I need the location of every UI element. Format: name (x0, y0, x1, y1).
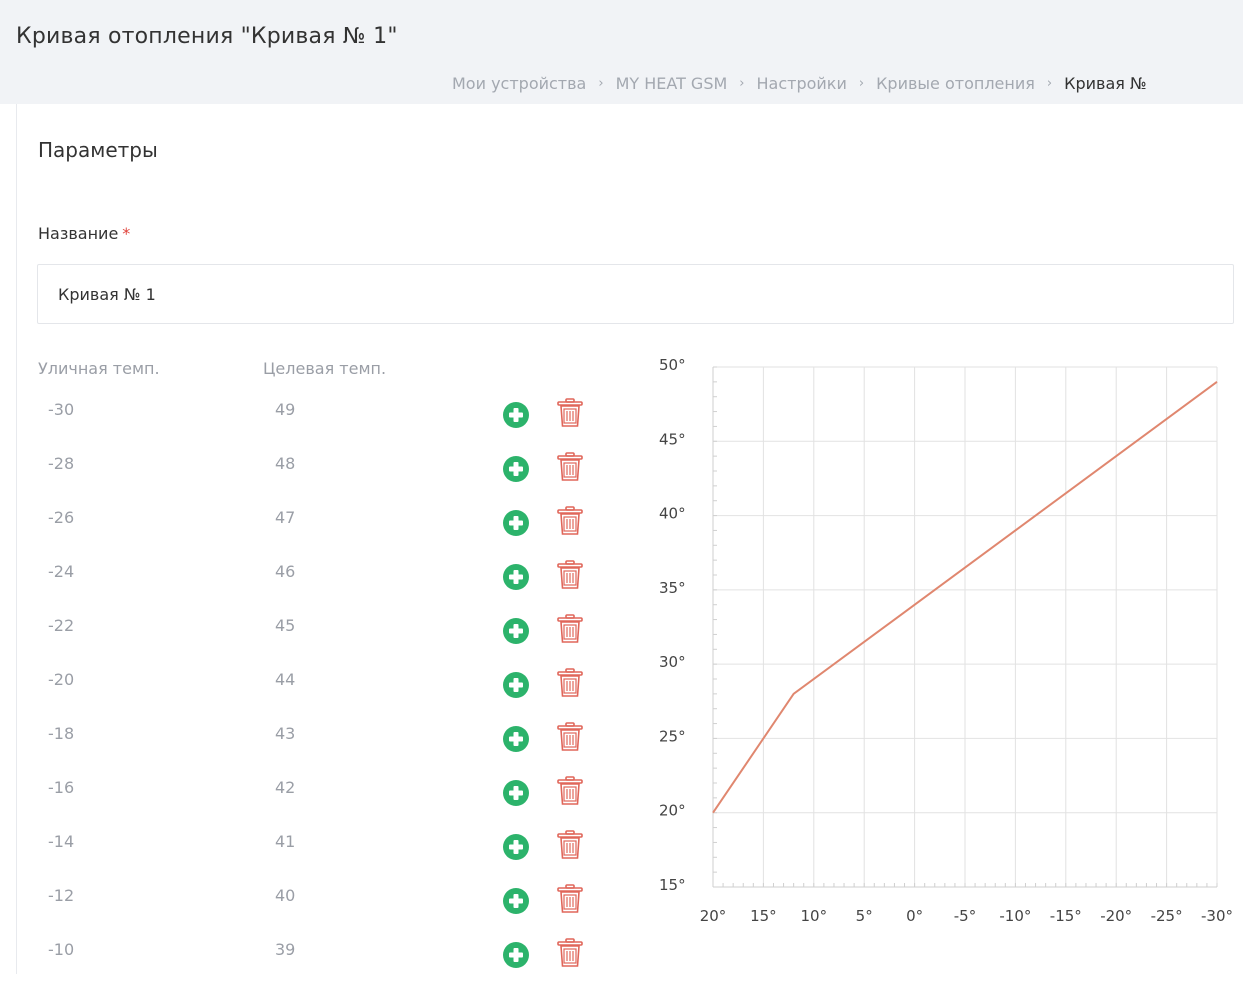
plus-circle-icon[interactable] (503, 672, 529, 698)
plus-circle-icon[interactable] (503, 888, 529, 914)
chart-x-tick-label: -20° (1100, 907, 1132, 925)
outdoor-temp-cell: -22 (48, 616, 75, 635)
outdoor-temp-cell: -26 (48, 508, 75, 527)
chart-x-tick-label: 0° (906, 907, 923, 925)
trash-icon[interactable] (557, 722, 583, 752)
outdoor-temp-cell: -20 (48, 670, 75, 689)
table-row: -22 45 (0, 614, 640, 670)
name-label-text: Название (38, 224, 119, 243)
target-temp-cell[interactable]: 41 (275, 832, 295, 851)
plus-circle-icon[interactable] (503, 564, 529, 590)
target-temp-cell[interactable]: 46 (275, 562, 295, 581)
outdoor-temp-header: Уличная темп. (38, 359, 160, 378)
breadcrumb-heating-curves[interactable]: Кривые отопления (876, 74, 1035, 93)
target-temp-header: Целевая темп. (263, 359, 387, 378)
outdoor-temp-cell: -14 (48, 832, 75, 851)
target-temp-cell[interactable]: 42 (275, 778, 295, 797)
chart-x-tick-label: 5° (856, 907, 873, 925)
breadcrumb-current: Кривая № (1064, 74, 1147, 93)
table-row: -26 47 (0, 506, 640, 562)
chevron-right-icon: › (739, 76, 745, 91)
outdoor-temp-cell: -24 (48, 562, 75, 581)
target-temp-cell[interactable]: 49 (275, 400, 295, 419)
trash-icon[interactable] (557, 668, 583, 698)
chart-x-tick-label: -25° (1151, 907, 1183, 925)
chart-x-tick-label: -30° (1201, 907, 1233, 925)
trash-icon[interactable] (557, 398, 583, 428)
plus-circle-icon[interactable] (503, 780, 529, 806)
breadcrumb-my-devices[interactable]: Мои устройства (452, 74, 586, 93)
plus-circle-icon[interactable] (503, 618, 529, 644)
plus-circle-icon[interactable] (503, 510, 529, 536)
chart-y-tick-label: 30° (659, 653, 686, 671)
target-temp-cell[interactable]: 45 (275, 616, 295, 635)
target-temp-cell[interactable]: 39 (275, 940, 295, 959)
trash-icon[interactable] (557, 884, 583, 914)
chart-y-tick-label: 35° (659, 579, 686, 597)
outdoor-temp-cell: -16 (48, 778, 75, 797)
outdoor-temp-cell: -18 (48, 724, 75, 743)
chart-x-tick-label: 20° (700, 907, 727, 925)
table-row: -28 48 (0, 452, 640, 508)
chart-x-tick-label: -15° (1050, 907, 1082, 925)
breadcrumb: Мои устройства › MY HEAT GSM › Настройки… (452, 74, 1147, 93)
section-title: Параметры (38, 138, 158, 162)
chart-x-tick-label: 10° (801, 907, 828, 925)
plus-circle-icon[interactable] (503, 834, 529, 860)
page-title: Кривая отопления "Кривая № 1" (16, 24, 398, 49)
chevron-right-icon: › (1046, 76, 1053, 91)
chevron-right-icon: › (858, 76, 865, 91)
chart-y-tick-label: 45° (659, 430, 686, 448)
trash-icon[interactable] (557, 506, 583, 536)
name-label: Название * (38, 224, 130, 243)
chart-y-tick-label: 40° (659, 505, 686, 523)
target-temp-cell[interactable]: 43 (275, 724, 295, 743)
trash-icon[interactable] (557, 938, 583, 968)
outdoor-temp-cell: -28 (48, 454, 75, 473)
trash-icon[interactable] (557, 452, 583, 482)
plus-circle-icon[interactable] (503, 456, 529, 482)
heating-curve-svg: 50° 45° 40° 35° 30° 25° 20° 15° 20° 15° 10° 5° 0° -5°… (659, 356, 1233, 925)
outdoor-temp-cell: -12 (48, 886, 75, 905)
target-temp-cell[interactable]: 47 (275, 508, 295, 527)
table-row: -10 39 (0, 938, 640, 994)
chart-y-tick-label: 50° (659, 356, 686, 374)
table-row: -14 41 (0, 830, 640, 886)
plus-circle-icon[interactable] (503, 402, 529, 428)
table-row: -12 40 (0, 884, 640, 940)
heating-curve-chart: 50° 45° 40° 35° 30° 25° 20° 15° 20° 15° 10° 5° 0° -5°… (640, 340, 1243, 950)
target-temp-cell[interactable]: 48 (275, 454, 295, 473)
target-temp-cell[interactable]: 44 (275, 670, 295, 689)
table-row: -18 43 (0, 722, 640, 778)
plus-circle-icon[interactable] (503, 942, 529, 968)
trash-icon[interactable] (557, 560, 583, 590)
outdoor-temp-cell: -10 (48, 940, 75, 959)
breadcrumb-device[interactable]: MY HEAT GSM (616, 74, 728, 93)
chart-x-tick-label: -10° (999, 907, 1031, 925)
name-input[interactable] (37, 264, 1234, 324)
trash-icon[interactable] (557, 614, 583, 644)
table-row: -30 49 (0, 398, 640, 454)
required-mark: * (122, 224, 131, 243)
plus-circle-icon[interactable] (503, 726, 529, 752)
target-temp-cell[interactable]: 40 (275, 886, 295, 905)
trash-icon[interactable] (557, 830, 583, 860)
table-row: -24 46 (0, 560, 640, 616)
outdoor-temp-cell: -30 (48, 400, 75, 419)
chart-y-tick-label: 25° (659, 727, 686, 745)
chevron-right-icon: › (598, 76, 604, 91)
table-row: -20 44 (0, 668, 640, 724)
chart-y-tick-label: 15° (659, 876, 686, 894)
breadcrumb-settings[interactable]: Настройки (757, 74, 847, 93)
trash-icon[interactable] (557, 776, 583, 806)
table-row: -16 42 (0, 776, 640, 832)
chart-y-tick-label: 20° (659, 802, 686, 820)
chart-x-tick-label: 15° (750, 907, 777, 925)
chart-x-tick-label: -5° (954, 907, 976, 925)
